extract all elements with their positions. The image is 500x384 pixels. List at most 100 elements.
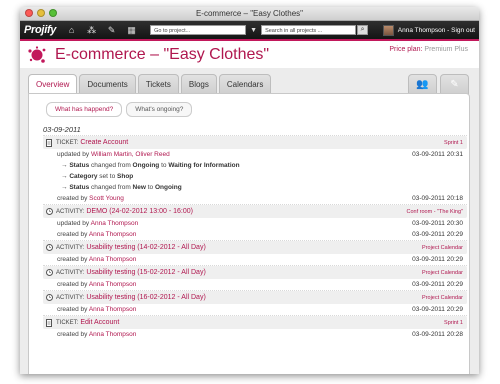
- window-title: E-commerce – "Easy Clothes": [195, 9, 304, 18]
- overview-panel: What has happend? What's ongoing? 03-09-…: [28, 93, 470, 374]
- feed-item-badge[interactable]: Sprint 1: [444, 320, 463, 326]
- signout-link[interactable]: Sign out: [451, 27, 475, 34]
- feed-item-title[interactable]: Usability testing (16-02-2012 - All Day): [86, 294, 205, 301]
- clock-icon: [46, 294, 53, 301]
- project-tools: 👥 ✎: [408, 74, 469, 94]
- clock-icon: [46, 269, 53, 276]
- user-link[interactable]: Anna Thompson: [89, 331, 137, 338]
- tab-what-happened[interactable]: What has happend?: [46, 102, 123, 117]
- feed-item-title[interactable]: DEMO (24-02-2012 13:00 - 16:00): [86, 208, 193, 215]
- tab-members[interactable]: 👥: [408, 74, 437, 94]
- feed-item-badge[interactable]: Project Calendar: [422, 270, 463, 276]
- feed-item-title[interactable]: Edit Account: [80, 319, 119, 326]
- feed-item-badge[interactable]: Project Calendar: [422, 245, 463, 251]
- user-link[interactable]: Anna Thompson: [89, 306, 137, 313]
- activity-feed: TICKET: Create Account Sprint 1 updated by …: [43, 135, 467, 340]
- meta-row: created by Anna Thompson 03-09-2011 20:29: [57, 256, 463, 263]
- meta-row: created by Anna Thompson 03-09-2011 20:29: [57, 281, 463, 288]
- meta-row: created by Anna Thompson 03-09-2011 20:29: [57, 306, 463, 313]
- user-link[interactable]: Anna Thompson: [89, 256, 137, 263]
- tab-whats-ongoing[interactable]: What's ongoing?: [126, 102, 193, 117]
- minimize-window-button[interactable]: [37, 9, 45, 17]
- app-window: E-commerce – "Easy Clothes" Projify ⌂ ⁂ …: [20, 7, 479, 374]
- timestamp: 03-09-2011 20:29: [412, 281, 463, 288]
- feed-date: 03-09-2011: [43, 125, 81, 134]
- zoom-window-button[interactable]: [49, 9, 57, 17]
- user-menu: Anna Thompson - Sign out: [382, 24, 475, 36]
- meta-row: created by Scott Young 03-09-2011 20:18: [57, 195, 463, 202]
- feed-item-title[interactable]: Usability testing (15-02-2012 - All Day): [86, 269, 205, 276]
- project-header: E-commerce – "Easy Clothes" Price plan: …: [20, 41, 479, 68]
- project-tabs: Overview Documents Tickets Blogs Calenda…: [28, 74, 272, 94]
- user-link[interactable]: Anna Thompson: [89, 231, 137, 238]
- feed-item-header: TICKET: Edit Account Sprint 1: [43, 316, 467, 329]
- tab-tickets[interactable]: Tickets: [137, 74, 179, 94]
- feed-item-title[interactable]: Create Account: [80, 139, 128, 146]
- feed-item-kind: ACTIVITY:: [56, 208, 85, 215]
- timestamp: 03-09-2011 20:29: [412, 306, 463, 313]
- feed-item: ACTIVITY: Usability testing (14-02-2012 -…: [43, 240, 467, 265]
- network-icon[interactable]: ⁂: [86, 25, 97, 36]
- title-bar: E-commerce – "Easy Clothes": [20, 7, 479, 21]
- feed-item-badge[interactable]: Project Calendar: [422, 295, 463, 301]
- change-row: → Status changed from Ongoing to Waiting…: [61, 162, 240, 169]
- chevron-down-icon[interactable]: ▼: [250, 27, 257, 34]
- feed-item-kind: TICKET:: [56, 319, 79, 326]
- timestamp: 03-09-2011 20:18: [412, 195, 463, 202]
- feed-item-kind: TICKET:: [56, 139, 79, 146]
- feed-item-header: ACTIVITY: DEMO (24-02-2012 13:00 - 16:00)…: [43, 205, 467, 218]
- tab-overview[interactable]: Overview: [28, 74, 78, 94]
- user-link[interactable]: Scott Young: [89, 195, 124, 202]
- feed-item: TICKET: Edit Account Sprint 1 created by An…: [43, 315, 467, 340]
- change-row: → Status changed from New to Ongoing: [61, 184, 182, 191]
- edit-document-icon[interactable]: ✎: [106, 25, 117, 36]
- goto-project-input[interactable]: Go to project...: [150, 25, 247, 35]
- meta-row: updated by William Martin, Oliver Reed 03…: [57, 151, 463, 158]
- tab-documents[interactable]: Documents: [79, 74, 136, 94]
- timestamp: 03-09-2011 20:28: [412, 331, 463, 338]
- meta-row: created by Anna Thompson 03-09-2011 20:28: [57, 331, 463, 338]
- avatar[interactable]: [382, 24, 394, 36]
- feed-item-header: ACTIVITY: Usability testing (14-02-2012 -…: [43, 241, 467, 254]
- page-title: E-commerce – "Easy Clothes": [55, 46, 270, 63]
- calendar-icon[interactable]: ▦: [126, 25, 137, 36]
- app-logo[interactable]: Projify: [24, 24, 56, 36]
- clock-icon: [46, 208, 53, 215]
- feed-item-title[interactable]: Usability testing (14-02-2012 - All Day): [86, 244, 205, 251]
- home-icon[interactable]: ⌂: [66, 25, 77, 36]
- top-navigation: Projify ⌂ ⁂ ✎ ▦ Go to project... ▼ Searc…: [20, 21, 479, 39]
- project-logo-icon: [28, 46, 46, 63]
- feed-item-header: ACTIVITY: Usability testing (15-02-2012 -…: [43, 266, 467, 279]
- user-name[interactable]: Anna Thompson: [398, 27, 446, 34]
- user-link[interactable]: Anna Thompson: [89, 281, 137, 288]
- clock-icon: [46, 244, 53, 251]
- feed-item: ACTIVITY: Usability testing (16-02-2012 -…: [43, 290, 467, 315]
- ticket-icon: [46, 318, 53, 327]
- search-icon: ⌕: [360, 26, 365, 33]
- tab-blogs[interactable]: Blogs: [180, 74, 217, 94]
- timestamp: 03-09-2011 20:29: [412, 231, 463, 238]
- users-icon: 👥: [416, 79, 429, 90]
- feed-item: ACTIVITY: DEMO (24-02-2012 13:00 - 16:00)…: [43, 204, 467, 240]
- pencil-icon: ✎: [450, 79, 459, 90]
- tab-calendars[interactable]: Calendars: [218, 74, 272, 94]
- feed-item-badge[interactable]: Conf room - "The King": [407, 209, 463, 215]
- feed-item-kind: ACTIVITY:: [56, 294, 85, 301]
- feed-item-kind: ACTIVITY:: [56, 269, 85, 276]
- user-link[interactable]: Anna Thompson: [91, 220, 139, 227]
- feed-item-badge[interactable]: Sprint 1: [444, 140, 463, 146]
- timestamp: 03-09-2011 20:31: [412, 151, 463, 158]
- close-window-button[interactable]: [25, 9, 33, 17]
- search-input[interactable]: Search in all projects ...: [261, 25, 357, 35]
- feed-item-kind: ACTIVITY:: [56, 244, 85, 251]
- feed-item-header: TICKET: Create Account Sprint 1: [43, 136, 467, 149]
- timestamp: 03-09-2011 20:30: [412, 220, 463, 227]
- user-link[interactable]: William Martin, Oliver Reed: [91, 151, 170, 158]
- change-row: → Category set to Shop: [61, 173, 134, 180]
- meta-row: updated by Anna Thompson 03-09-2011 20:30: [57, 220, 463, 227]
- feed-item-header: ACTIVITY: Usability testing (16-02-2012 -…: [43, 291, 467, 304]
- feed-item: ACTIVITY: Usability testing (15-02-2012 -…: [43, 265, 467, 290]
- tab-settings[interactable]: ✎: [440, 74, 469, 94]
- feed-item: TICKET: Create Account Sprint 1 updated by …: [43, 135, 467, 204]
- search-button[interactable]: ⌕: [357, 25, 369, 35]
